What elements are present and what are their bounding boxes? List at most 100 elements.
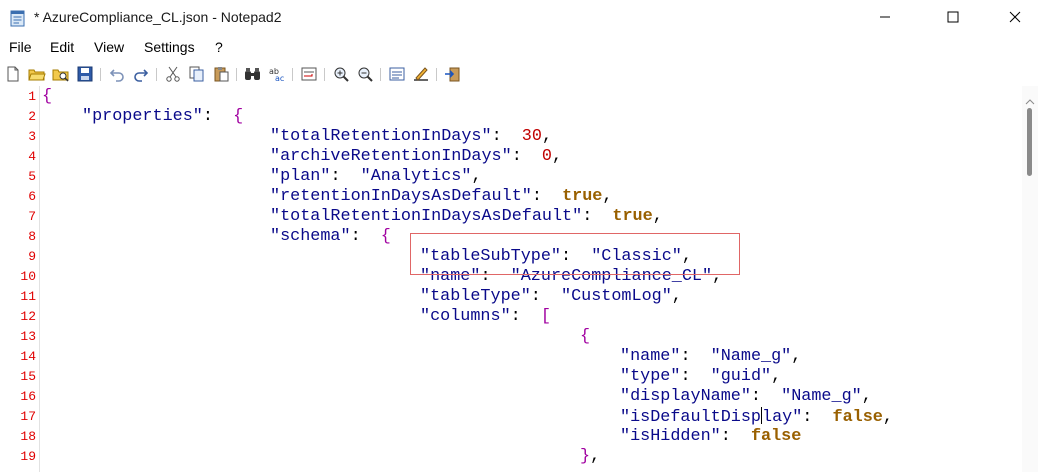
- code-line: {: [42, 87, 52, 106]
- line-number: 8: [28, 229, 36, 244]
- find-icon[interactable]: [244, 65, 262, 83]
- code-token: "Classic": [591, 247, 682, 266]
- code-token: {: [233, 107, 244, 126]
- code-token: :: [531, 187, 563, 206]
- code-token: "tableSubType": [420, 247, 561, 266]
- vertical-scrollbar[interactable]: [1022, 86, 1038, 472]
- code-line: "type": "guid",: [620, 367, 781, 386]
- code-token: ,: [590, 447, 601, 466]
- line-number: 4: [28, 149, 36, 164]
- word-wrap-icon[interactable]: [300, 65, 318, 83]
- code-token: 30: [521, 127, 542, 146]
- code-token: :: [802, 408, 833, 427]
- code-token: "properties": [82, 107, 203, 126]
- line-number: 5: [28, 169, 36, 184]
- code-line: "archiveRetentionInDays": 0,: [270, 147, 562, 166]
- menu-help[interactable]: ?: [215, 39, 223, 55]
- code-token: }: [580, 447, 591, 466]
- code-token: :: [480, 267, 511, 286]
- scheme-icon[interactable]: [412, 65, 430, 83]
- code-token: {: [580, 327, 591, 346]
- line-number: 6: [28, 189, 36, 204]
- fold-margin: [39, 86, 40, 472]
- code-token: 0: [541, 147, 552, 166]
- svg-text:ac: ac: [275, 74, 284, 82]
- code-token: "Name_g": [710, 347, 792, 366]
- scrollbar-thumb[interactable]: [1027, 108, 1032, 176]
- paste-icon[interactable]: [212, 65, 230, 83]
- copy-icon[interactable]: [188, 65, 206, 83]
- code-line: "isDefaultDisplay": false,: [620, 407, 893, 427]
- code-token: "isHidden": [620, 427, 721, 446]
- code-token: ,: [771, 367, 782, 386]
- code-token: "schema": [270, 227, 351, 246]
- menu-file[interactable]: File: [9, 39, 32, 55]
- code-token: :: [680, 367, 711, 386]
- line-number: 12: [20, 309, 36, 324]
- line-number: 14: [20, 349, 36, 364]
- replace-icon[interactable]: ab ac: [268, 65, 286, 83]
- code-token: :: [350, 227, 381, 246]
- code-token: "totalRetentionInDaysAsDefault": [270, 207, 583, 226]
- exit-icon[interactable]: [444, 65, 462, 83]
- code-token: :: [582, 207, 613, 226]
- code-token: {: [380, 227, 391, 246]
- save-icon[interactable]: [76, 65, 94, 83]
- code-token: "tableType": [420, 287, 531, 306]
- code-token: "Analytics": [360, 167, 472, 186]
- code-token: "name": [620, 347, 681, 366]
- code-line: "columns": [: [420, 307, 551, 326]
- line-number: 10: [20, 269, 36, 284]
- code-token: ,: [882, 408, 893, 427]
- zoom-out-icon[interactable]: [356, 65, 374, 83]
- code-token: ,: [791, 347, 802, 366]
- new-file-icon[interactable]: [4, 65, 22, 83]
- code-token: "totalRetentionInDays": [270, 127, 492, 146]
- close-button[interactable]: [992, 0, 1038, 34]
- code-token: :: [511, 147, 542, 166]
- maximize-icon: [947, 11, 959, 23]
- menu-view[interactable]: View: [94, 39, 124, 55]
- code-token: :: [680, 347, 711, 366]
- maximize-button[interactable]: [930, 0, 976, 34]
- code-line: "schema": {: [270, 227, 391, 246]
- code-token: :: [561, 247, 592, 266]
- code-line: "name": "AzureCompliance_CL",: [420, 267, 722, 286]
- code-line: "totalRetentionInDays": 30,: [270, 127, 552, 146]
- minimize-icon: [879, 11, 891, 23]
- code-token: :: [330, 167, 361, 186]
- line-number: 11: [20, 289, 36, 304]
- code-token: ,: [671, 287, 682, 306]
- line-number: 18: [20, 429, 36, 444]
- zoom-in-icon[interactable]: [332, 65, 350, 83]
- text-editor[interactable]: 1 2 3 4 5 6 7 8 9 10 11 12 13 14 15 16 17 18 19 {"properti…: [0, 86, 1022, 472]
- redo-icon[interactable]: [132, 65, 150, 83]
- code-line: "tableSubType": "Classic",: [420, 247, 692, 266]
- code-token: "Name_g": [781, 387, 862, 406]
- window-title: * AzureCompliance_CL.json - Notepad2: [34, 9, 282, 25]
- line-number: 9: [28, 249, 36, 264]
- code-token: "retentionInDaysAsDefault": [270, 187, 532, 206]
- code-token: ,: [861, 387, 872, 406]
- open-icon[interactable]: [28, 65, 46, 83]
- menu-edit[interactable]: Edit: [50, 39, 74, 55]
- close-icon: [1009, 11, 1021, 23]
- menu-bar: File Edit View Settings ?: [0, 38, 1038, 58]
- settings-icon[interactable]: [388, 65, 406, 83]
- cut-icon[interactable]: [164, 65, 182, 83]
- line-number: 19: [20, 449, 36, 464]
- title-bar[interactable]: * AzureCompliance_CL.json - Notepad2: [0, 0, 1038, 36]
- code-line: "plan": "Analytics",: [270, 167, 482, 186]
- code-token: :: [720, 427, 751, 446]
- code-token: "plan": [270, 167, 331, 186]
- code-token: false: [750, 427, 802, 446]
- code-token: ,: [652, 207, 663, 226]
- code-token: ,: [602, 187, 613, 206]
- browse-icon[interactable]: [52, 65, 70, 83]
- code-token: ,: [541, 127, 553, 146]
- minimize-button[interactable]: [862, 0, 908, 34]
- undo-icon[interactable]: [108, 65, 126, 83]
- menu-settings[interactable]: Settings: [144, 39, 195, 55]
- code-line: "isHidden": false: [620, 427, 801, 446]
- line-number: 13: [20, 329, 36, 344]
